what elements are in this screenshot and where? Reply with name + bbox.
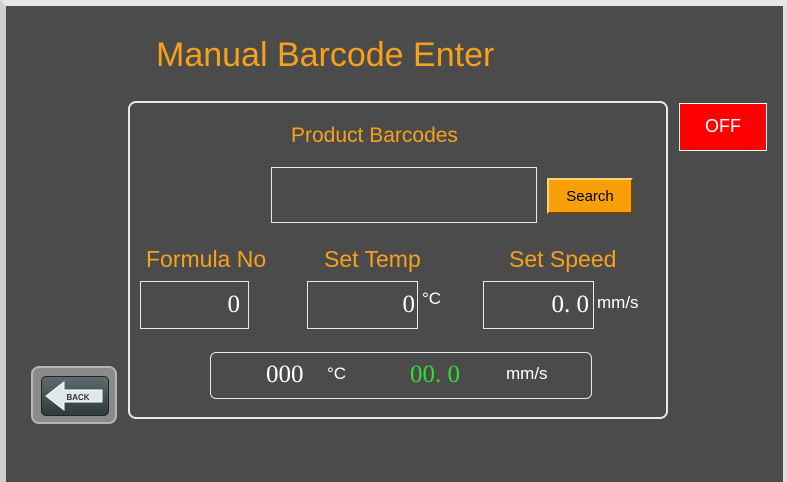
formula-no-value: 0 [227,291,241,318]
current-speed-unit: mm/s [506,364,548,383]
current-speed-value: 00. 0 [410,361,460,388]
back-arrow-icon: BACK [41,376,109,416]
set-speed-label: Set Speed [509,246,617,272]
set-temp-field[interactable]: 0 [307,281,418,329]
set-temp-label: Set Temp [324,246,421,272]
current-temp-value: 000 [266,361,304,388]
search-button[interactable]: Search [547,178,633,214]
set-speed-field[interactable]: 0. 0 [483,281,594,329]
set-speed-unit: mm/s [597,293,639,312]
formula-no-field[interactable]: 0 [140,281,249,329]
off-button-label: OFF [705,116,741,136]
off-button[interactable]: OFF [679,103,767,151]
current-temp-unit: °C [327,364,347,383]
page-title: Manual Barcode Enter [156,36,495,74]
back-label: BACK [66,393,89,402]
formula-no-label: Formula No [146,246,267,272]
barcode-input[interactable] [271,167,537,223]
product-barcodes-label: Product Barcodes [291,124,458,147]
set-temp-value: 0 [402,291,416,318]
hmi-screen: Manual Barcode Enter Product Barcodes Se… [0,0,787,482]
back-button[interactable]: BACK [31,366,117,424]
set-speed-value: 0. 0 [551,291,590,318]
set-temp-unit: °C [422,289,442,308]
search-button-label: Search [566,187,614,205]
